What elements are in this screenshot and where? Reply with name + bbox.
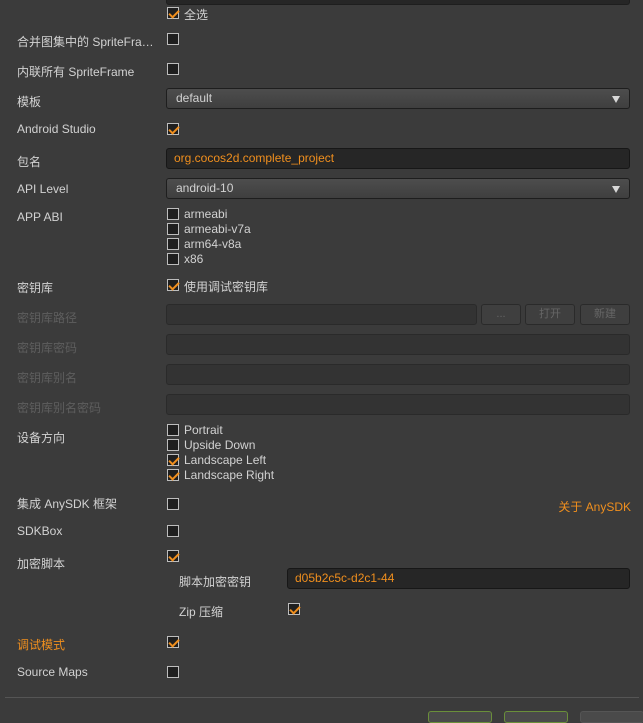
encrypt-script-checkbox[interactable] [167, 550, 179, 562]
sdkbox-label: SDKBox [17, 524, 63, 538]
encrypt-key-input[interactable]: d05b2c5c-d2c1-44 [287, 568, 630, 589]
merge-spriteframes-label: 合并图集中的 SpriteFra… [17, 35, 154, 49]
anysdk-label: 集成 AnySDK 框架 [17, 497, 118, 511]
sdkbox-checkbox[interactable] [167, 525, 179, 537]
api-level-select[interactable]: android-10 [166, 178, 630, 199]
anysdk-checkbox[interactable] [167, 498, 179, 510]
inline-spriteframe-label: 内联所有 SpriteFrame [17, 65, 135, 79]
footer-button-2[interactable] [504, 711, 568, 723]
footer-button-3[interactable] [580, 711, 643, 723]
inline-spriteframe-checkbox[interactable] [167, 63, 179, 75]
about-anysdk-link[interactable]: 关于 AnySDK [558, 498, 631, 515]
app-abi-label: APP ABI [17, 210, 63, 224]
abi-arm64-v8a-label: arm64-v8a [184, 237, 242, 251]
template-label: 模板 [17, 95, 42, 109]
package-name-input[interactable]: org.cocos2d.complete_project [166, 148, 630, 169]
open-button[interactable]: 打开 [525, 304, 575, 325]
orientation-landscape-left-checkbox[interactable] [167, 454, 179, 466]
abi-armeabi-checkbox[interactable] [167, 208, 179, 220]
zip-label: Zip 压缩 [179, 605, 224, 619]
android-studio-checkbox[interactable] [167, 123, 179, 135]
select-all-checkbox[interactable] [167, 7, 179, 19]
keystore-alias-password-label: 密钥库别名密码 [17, 401, 102, 415]
orientation-portrait-checkbox[interactable] [167, 424, 179, 436]
chevron-down-icon [612, 186, 620, 193]
orientation-label: 设备方向 [17, 431, 66, 445]
previous-field-bottom [166, 0, 630, 5]
keystore-label: 密钥库 [17, 281, 54, 295]
abi-x86-label: x86 [184, 252, 204, 266]
keystore-password-label: 密钥库密码 [17, 341, 78, 355]
merge-spriteframes-checkbox[interactable] [167, 33, 179, 45]
abi-armeabi-v7a-label: armeabi-v7a [184, 222, 251, 236]
orientation-upside-down-label: Upside Down [184, 438, 256, 452]
keystore-path-input[interactable] [166, 304, 477, 325]
orientation-upside-down-checkbox[interactable] [167, 439, 179, 451]
keystore-alias-password-input[interactable] [166, 394, 630, 415]
abi-x86-checkbox[interactable] [167, 253, 179, 265]
abi-arm64-v8a-checkbox[interactable] [167, 238, 179, 250]
keystore-alias-label: 密钥库别名 [17, 371, 78, 385]
source-maps-label: Source Maps [17, 665, 88, 679]
encrypt-script-label: 加密脚本 [17, 557, 66, 571]
android-studio-label: Android Studio [17, 122, 96, 136]
browse-button[interactable]: ... [481, 304, 521, 325]
orientation-landscape-right-checkbox[interactable] [167, 469, 179, 481]
encrypt-key-label: 脚本加密密钥 [179, 575, 252, 589]
template-value: default [176, 91, 213, 105]
abi-armeabi-label: armeabi [184, 207, 228, 221]
footer-button-1[interactable] [428, 711, 492, 723]
abi-armeabi-v7a-checkbox[interactable] [167, 223, 179, 235]
orientation-landscape-right-label: Landscape Right [184, 468, 275, 482]
footer-divider [5, 697, 639, 698]
use-debug-keystore-checkbox[interactable] [167, 279, 179, 291]
keystore-path-label: 密钥库路径 [17, 311, 78, 325]
new-button[interactable]: 新建 [580, 304, 630, 325]
debug-mode-label: 调试模式 [17, 638, 66, 652]
zip-checkbox[interactable] [288, 603, 300, 615]
orientation-portrait-label: Portrait [184, 423, 223, 437]
use-debug-keystore-label: 使用调试密钥库 [184, 280, 269, 294]
package-name-label: 包名 [17, 155, 42, 169]
keystore-password-input[interactable] [166, 334, 630, 355]
api-level-value: android-10 [176, 181, 234, 195]
debug-mode-checkbox[interactable] [167, 636, 179, 648]
chevron-down-icon [612, 96, 620, 103]
source-maps-checkbox[interactable] [167, 666, 179, 678]
orientation-landscape-left-label: Landscape Left [184, 453, 267, 467]
select-all-label: 全选 [184, 8, 209, 22]
template-select[interactable]: default [166, 88, 630, 109]
api-level-label: API Level [17, 182, 69, 196]
keystore-alias-input[interactable] [166, 364, 630, 385]
